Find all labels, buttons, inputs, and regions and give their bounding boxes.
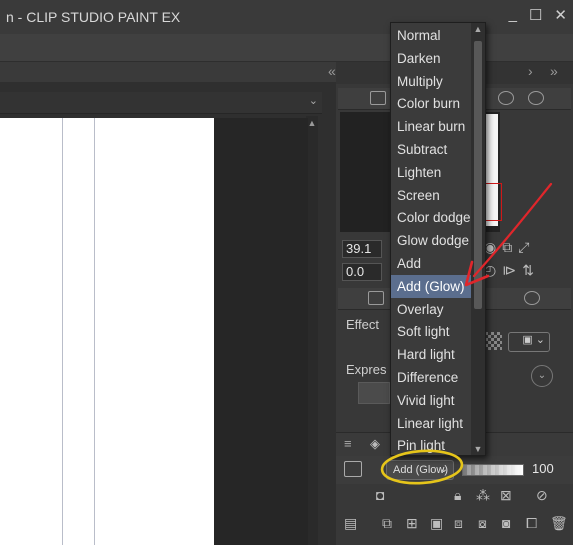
blend-mode-option[interactable]: Hard light xyxy=(391,343,471,366)
minimize-button[interactable]: _ xyxy=(509,6,517,24)
layer-toggle-row: ◘ 🔒︎ ⁂ ⊠ ⊘ xyxy=(336,484,573,508)
reference-layer-icon[interactable]: ◘ xyxy=(376,487,384,503)
blend-mode-option[interactable]: Multiply xyxy=(391,70,471,93)
opacity-value[interactable]: 100 xyxy=(532,461,554,476)
chevron-right-icon[interactable]: › xyxy=(528,63,533,79)
combine-layer-icon[interactable]: ⧇ xyxy=(478,515,487,532)
new-raster-layer-icon[interactable]: ⧉ xyxy=(382,515,392,532)
blend-mode-option[interactable]: Pin light xyxy=(391,434,471,457)
scroll-thumb[interactable] xyxy=(474,41,482,309)
chevron-down-icon[interactable]: ⌄ xyxy=(309,94,318,107)
blend-mode-option[interactable]: Darken xyxy=(391,47,471,70)
layer-action-row: ▤ ⧉ ⊞ ▣ ⧈ ⧇ ◙ ⧠ 🗑︎ xyxy=(336,512,573,536)
layer-panel-icon[interactable]: ▤ xyxy=(344,515,357,532)
menu-bar xyxy=(0,34,573,62)
layer-tab-icon[interactable]: ◈ xyxy=(370,436,380,452)
maximize-button[interactable]: ☐ xyxy=(529,6,542,24)
canvas-area[interactable]: ⌄ ▲ xyxy=(0,62,336,545)
guide-line xyxy=(62,118,63,545)
window-title: n - CLIP STUDIO PAINT EX xyxy=(6,9,181,25)
canvas-paper[interactable] xyxy=(0,118,214,545)
canvas-toolbar: ⌄ xyxy=(0,92,322,114)
blend-mode-option[interactable]: Vivid light xyxy=(391,389,471,412)
blend-mode-option[interactable]: Add xyxy=(391,252,471,275)
transfer-down-icon[interactable]: ⧈ xyxy=(454,515,463,532)
collapse-right-icon[interactable]: » xyxy=(550,63,558,79)
opacity-slider[interactable] xyxy=(462,464,524,476)
blend-mode-option[interactable]: Glow dodge xyxy=(391,229,471,252)
effect-select[interactable]: ▣ ⌄ xyxy=(508,332,550,352)
blend-mode-option[interactable]: Color burn xyxy=(391,92,471,115)
navigator-rotate-icons[interactable]: ◴⧐⇅ xyxy=(484,262,570,282)
title-bar: n - CLIP STUDIO PAINT EX _ ☐ ✕ xyxy=(0,0,573,34)
blend-mode-option[interactable]: Lighten xyxy=(391,161,471,184)
info-tab-icon[interactable] xyxy=(528,91,544,105)
expression-color-box[interactable] xyxy=(358,382,390,404)
clip-icon[interactable]: ⊘ xyxy=(536,487,548,504)
lock-icon[interactable]: 🔒︎ xyxy=(454,487,461,504)
new-vector-layer-icon[interactable]: ⊞ xyxy=(406,515,418,532)
layer-property-bar: Add (Glow) ⌄ 100 xyxy=(336,456,573,484)
search-tab-icon[interactable] xyxy=(524,291,540,305)
layer-color-icon[interactable] xyxy=(344,461,362,477)
guide-line xyxy=(94,118,95,545)
navigator-zoom-icons[interactable]: ◉⧉⤢ xyxy=(484,239,570,259)
blend-mode-option[interactable]: Screen xyxy=(391,184,471,207)
dropdown-scrollbar[interactable]: ▲ ▼ xyxy=(471,23,485,455)
blend-mode-option[interactable]: Soft light xyxy=(391,320,471,343)
chevron-down-icon: ⌄ xyxy=(439,464,448,475)
blend-mode-option[interactable]: Add (Glow) xyxy=(391,274,471,298)
blend-mode-option[interactable]: Linear burn xyxy=(391,115,471,138)
zoom-field[interactable]: 39.1 xyxy=(342,240,382,258)
delete-layer-icon[interactable]: 🗑︎ xyxy=(550,515,568,532)
create-mask-icon[interactable]: ◙ xyxy=(502,515,510,531)
window-controls: _ ☐ ✕ xyxy=(509,6,567,24)
scroll-down-icon[interactable]: ▼ xyxy=(471,444,485,454)
tool-property-tab-icon[interactable] xyxy=(368,291,384,305)
scroll-up-icon[interactable]: ▲ xyxy=(471,24,485,34)
lock-transparency-icon[interactable]: ⁂ xyxy=(476,487,490,504)
rotation-field[interactable]: 0.0 xyxy=(342,263,382,281)
pasteboard xyxy=(214,118,308,545)
apply-mask-icon[interactable]: ⧠ xyxy=(526,515,537,532)
navigator-tab-icon[interactable] xyxy=(370,91,386,105)
blend-mode-option[interactable]: Overlay xyxy=(391,298,471,321)
new-folder-icon[interactable]: ▣ xyxy=(430,515,443,532)
collapse-left-icon[interactable]: « xyxy=(328,63,336,79)
blend-mode-select[interactable]: Add (Glow) ⌄ xyxy=(386,460,454,480)
expression-dropdown-button[interactable]: ⌄ xyxy=(531,365,553,387)
close-button[interactable]: ✕ xyxy=(554,6,567,24)
blend-mode-option[interactable]: Linear light xyxy=(391,412,471,435)
blend-mode-option[interactable]: Difference xyxy=(391,366,471,389)
canvas-tab-bar xyxy=(0,62,336,82)
menu-icon[interactable]: ≡ xyxy=(344,436,352,451)
blend-mode-dropdown[interactable]: Normal Darken Multiply Color burn Linear bur… xyxy=(390,22,486,456)
blend-mode-option[interactable]: Subtract xyxy=(391,138,471,161)
blend-mode-option[interactable]: Normal xyxy=(391,24,471,47)
blend-mode-option[interactable]: Color dodge xyxy=(391,206,471,229)
sub-view-tab-icon[interactable] xyxy=(498,91,514,105)
mask-icon[interactable]: ⊠ xyxy=(500,487,512,504)
